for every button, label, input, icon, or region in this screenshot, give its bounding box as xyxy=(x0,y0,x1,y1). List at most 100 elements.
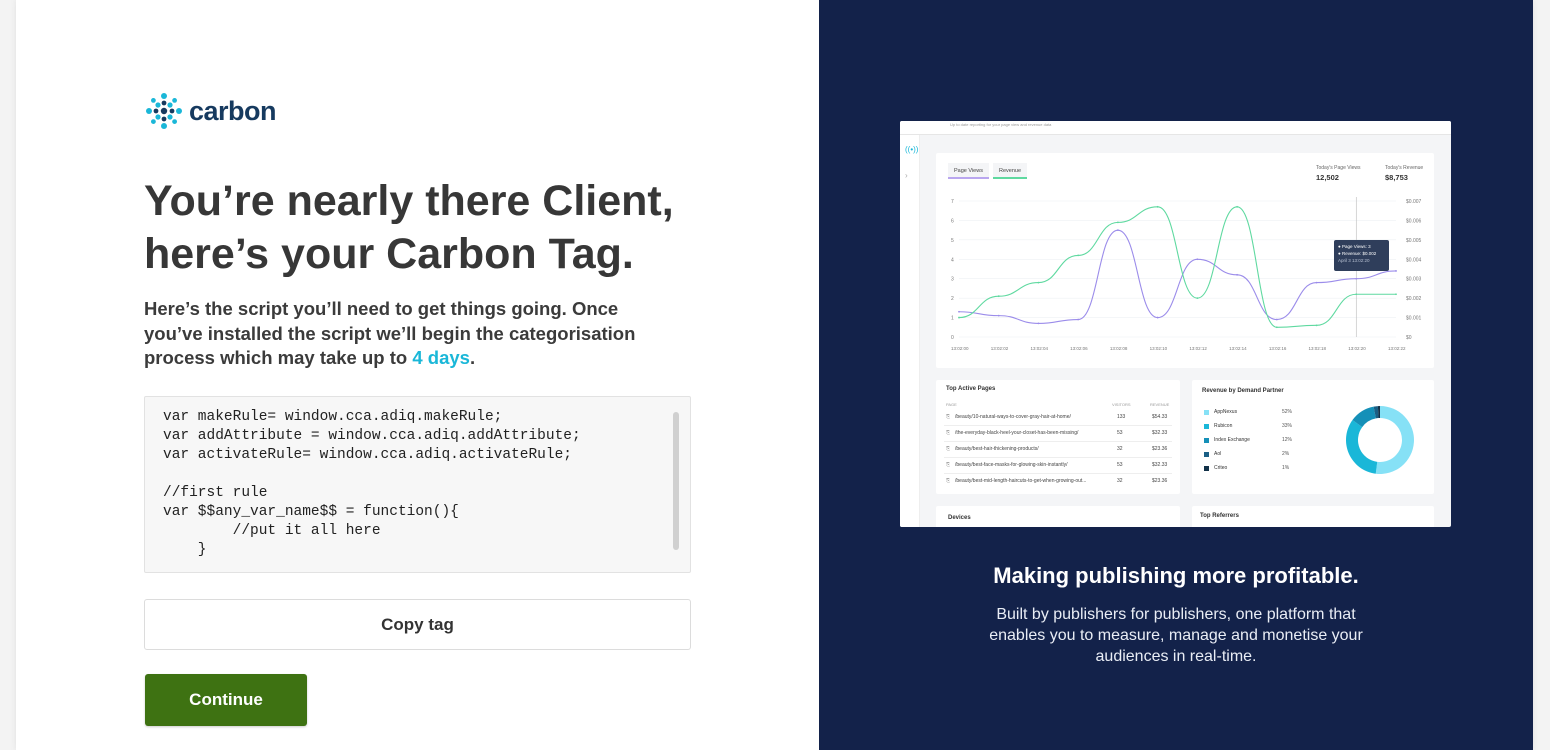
legend-name: Index Exchange xyxy=(1214,437,1250,443)
top-pages-col-revenue: REVENUE xyxy=(1150,402,1170,407)
legend-percent: 2% xyxy=(1282,451,1290,457)
top-page-page: /the-everyday-black-heel-your-closet-has… xyxy=(955,430,1079,436)
row-divider xyxy=(944,425,1172,426)
tooltip-revenue: ● Revenue: $0.002 xyxy=(1338,251,1377,256)
top-page-visitors: 32 xyxy=(1117,446,1123,452)
x-tick: 13:02:22 xyxy=(1388,346,1406,351)
top-page-page: /beauty/best-mid-length-haircuts-to-get-… xyxy=(955,478,1087,484)
legend-percent: 12% xyxy=(1282,437,1293,443)
x-tick: 13:02:16 xyxy=(1269,346,1287,351)
top-page-visitors: 133 xyxy=(1117,414,1126,420)
top-page-revenue: $32.33 xyxy=(1152,430,1168,436)
y-tick-left: 3 xyxy=(951,277,954,283)
top-page-revenue: $32.33 xyxy=(1152,462,1168,468)
x-tick: 13:02:04 xyxy=(1030,346,1048,351)
copy-icon: ⎘ xyxy=(946,446,951,452)
top-page-page: /beauty/best-hair-thickening-products/ xyxy=(955,446,1039,452)
devices-card: Devices xyxy=(936,506,1180,527)
series-point xyxy=(1077,318,1080,321)
series-point xyxy=(997,314,1000,317)
series-point xyxy=(1117,221,1119,224)
top-pages-col-page: PAGE xyxy=(946,402,957,407)
series-point xyxy=(1117,229,1119,232)
top-page-page: /beauty/10-natural-ways-to-cover-gray-ha… xyxy=(955,414,1071,420)
row-divider xyxy=(944,457,1172,458)
series-point xyxy=(1236,205,1238,208)
y-tick-left: 6 xyxy=(951,218,954,224)
legend-percent: 52% xyxy=(1282,409,1293,415)
y-tick-left: 7 xyxy=(951,199,954,205)
page-frame: carbon You’re nearly there Client, here’… xyxy=(16,0,1533,750)
y-tick-right: $0.003 xyxy=(1406,277,1422,283)
dashboard-sidebar: ((•)) › xyxy=(900,135,920,527)
top-page-page: /beauty/best-face-masks-for-glowing-skin… xyxy=(955,462,1068,468)
page-title: You’re nearly there Client, here’s your … xyxy=(144,175,704,281)
y-tick-right: $0.001 xyxy=(1406,316,1422,322)
series-point xyxy=(1156,205,1159,208)
promo-panel: Up to date reporting for your page view … xyxy=(819,0,1533,750)
demand-partner-card: Revenue by Demand Partner AppNexus 52% Rub… xyxy=(1192,380,1434,494)
x-tick: 13:02:02 xyxy=(991,346,1009,351)
series-point xyxy=(1077,254,1080,257)
y-tick-right: $0 xyxy=(1406,335,1412,341)
series-point xyxy=(1196,258,1199,261)
copy-icon: ⎘ xyxy=(946,414,951,420)
legend-name: AppNexus xyxy=(1214,409,1238,415)
y-tick-right: $0.007 xyxy=(1406,199,1422,205)
copy-icon: ⎘ xyxy=(946,462,951,468)
legend-name: Aol xyxy=(1214,451,1222,457)
series-point xyxy=(1315,281,1318,284)
top-page-revenue: $23.36 xyxy=(1152,478,1168,484)
series-point xyxy=(1395,293,1397,296)
chevron-right-icon: › xyxy=(905,171,908,180)
top-page-visitors: 53 xyxy=(1117,430,1123,436)
y-tick-left: 2 xyxy=(951,296,954,302)
y-tick-right: $0.005 xyxy=(1406,238,1422,244)
series-point xyxy=(958,316,960,319)
top-pages-col-visitors: VISITORS xyxy=(1112,402,1131,407)
row-divider xyxy=(944,441,1172,442)
devices-title: Devices xyxy=(948,515,971,521)
legend-swatch xyxy=(1204,410,1209,415)
donut-slice xyxy=(1375,406,1414,474)
broadcast-icon: ((•)) xyxy=(905,145,919,154)
dashboard-banner: Up to date reporting for your page view … xyxy=(900,121,1451,135)
copy-tag-button[interactable]: Copy tag xyxy=(144,599,691,650)
series-point xyxy=(958,310,960,313)
page-title-line-2: here’s your Carbon Tag. xyxy=(144,230,634,278)
x-tick: 13:02:18 xyxy=(1309,346,1327,351)
top-page-visitors: 53 xyxy=(1117,462,1123,468)
code-scrollbar[interactable] xyxy=(673,412,679,550)
series-point xyxy=(1236,273,1238,276)
legend-swatch xyxy=(1204,424,1209,429)
series-point xyxy=(1156,316,1159,319)
y-tick-left: 4 xyxy=(951,257,954,263)
carbon-logo-icon xyxy=(146,93,182,129)
promo-body: Built by publishers for publishers, one … xyxy=(989,606,1363,665)
carbon-logo: carbon xyxy=(145,92,277,130)
top-page-revenue: $54.33 xyxy=(1152,414,1168,420)
intro-highlight: 4 days xyxy=(412,347,470,368)
demand-partner-title: Revenue by Demand Partner xyxy=(1202,388,1284,394)
y-tick-right: $0.006 xyxy=(1406,218,1422,224)
y-tick-left: 5 xyxy=(951,238,954,244)
page-title-line-1: You’re nearly there Client, xyxy=(144,177,674,225)
legend-percent: 1% xyxy=(1282,465,1290,471)
top-referrers-title: Top Referrers xyxy=(1200,513,1239,519)
series-line xyxy=(958,206,1396,328)
tag-code[interactable]: var makeRule= window.cca.adiq.makeRule; … xyxy=(163,408,581,560)
series-point xyxy=(1275,318,1278,321)
series-point xyxy=(1395,270,1397,272)
carbon-logo-text: carbon xyxy=(189,95,277,126)
y-tick-right: $0.002 xyxy=(1406,296,1422,302)
legend-name: Rubicon xyxy=(1214,423,1233,429)
continue-button[interactable]: Continue xyxy=(145,674,307,726)
series-point xyxy=(997,295,1000,298)
x-tick: 13:02:12 xyxy=(1189,346,1207,351)
tag-code-box[interactable]: var makeRule= window.cca.adiq.makeRule; … xyxy=(144,396,691,573)
copy-icon: ⎘ xyxy=(946,430,951,436)
row-divider xyxy=(944,473,1172,474)
dashboard-banner-text: Up to date reporting for your page view … xyxy=(950,122,1052,127)
x-tick: 13:02:00 xyxy=(951,346,969,351)
y-tick-left: 0 xyxy=(951,335,954,341)
